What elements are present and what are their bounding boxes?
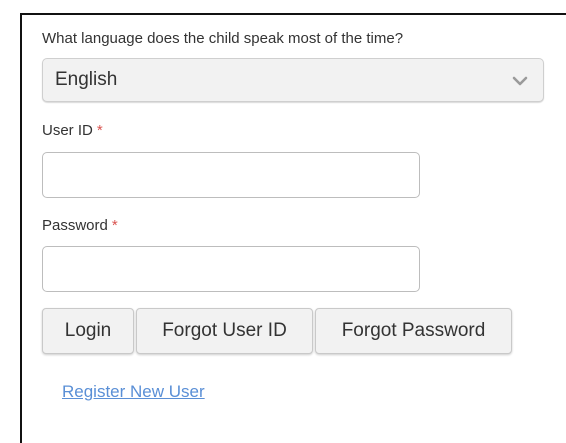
password-field[interactable] [42, 246, 420, 292]
user-id-field[interactable] [42, 152, 420, 198]
language-selected-value: English [55, 69, 118, 90]
required-marker: * [96, 122, 103, 139]
user-id-label-text: User ID [42, 122, 93, 139]
register-new-user-link[interactable]: Register New User [62, 382, 205, 402]
password-label: Password * [42, 217, 118, 234]
required-marker: * [111, 217, 118, 234]
language-select[interactable]: English [42, 58, 544, 102]
forgot-password-button[interactable]: Forgot Password [315, 308, 512, 354]
password-label-text: Password [42, 217, 108, 234]
chevron-down-icon[interactable] [511, 72, 529, 90]
language-question-label: What language does the child speak most … [42, 30, 404, 47]
forgot-user-id-button[interactable]: Forgot User ID [136, 308, 313, 354]
user-id-label: User ID * [42, 122, 103, 139]
login-button[interactable]: Login [42, 308, 134, 354]
